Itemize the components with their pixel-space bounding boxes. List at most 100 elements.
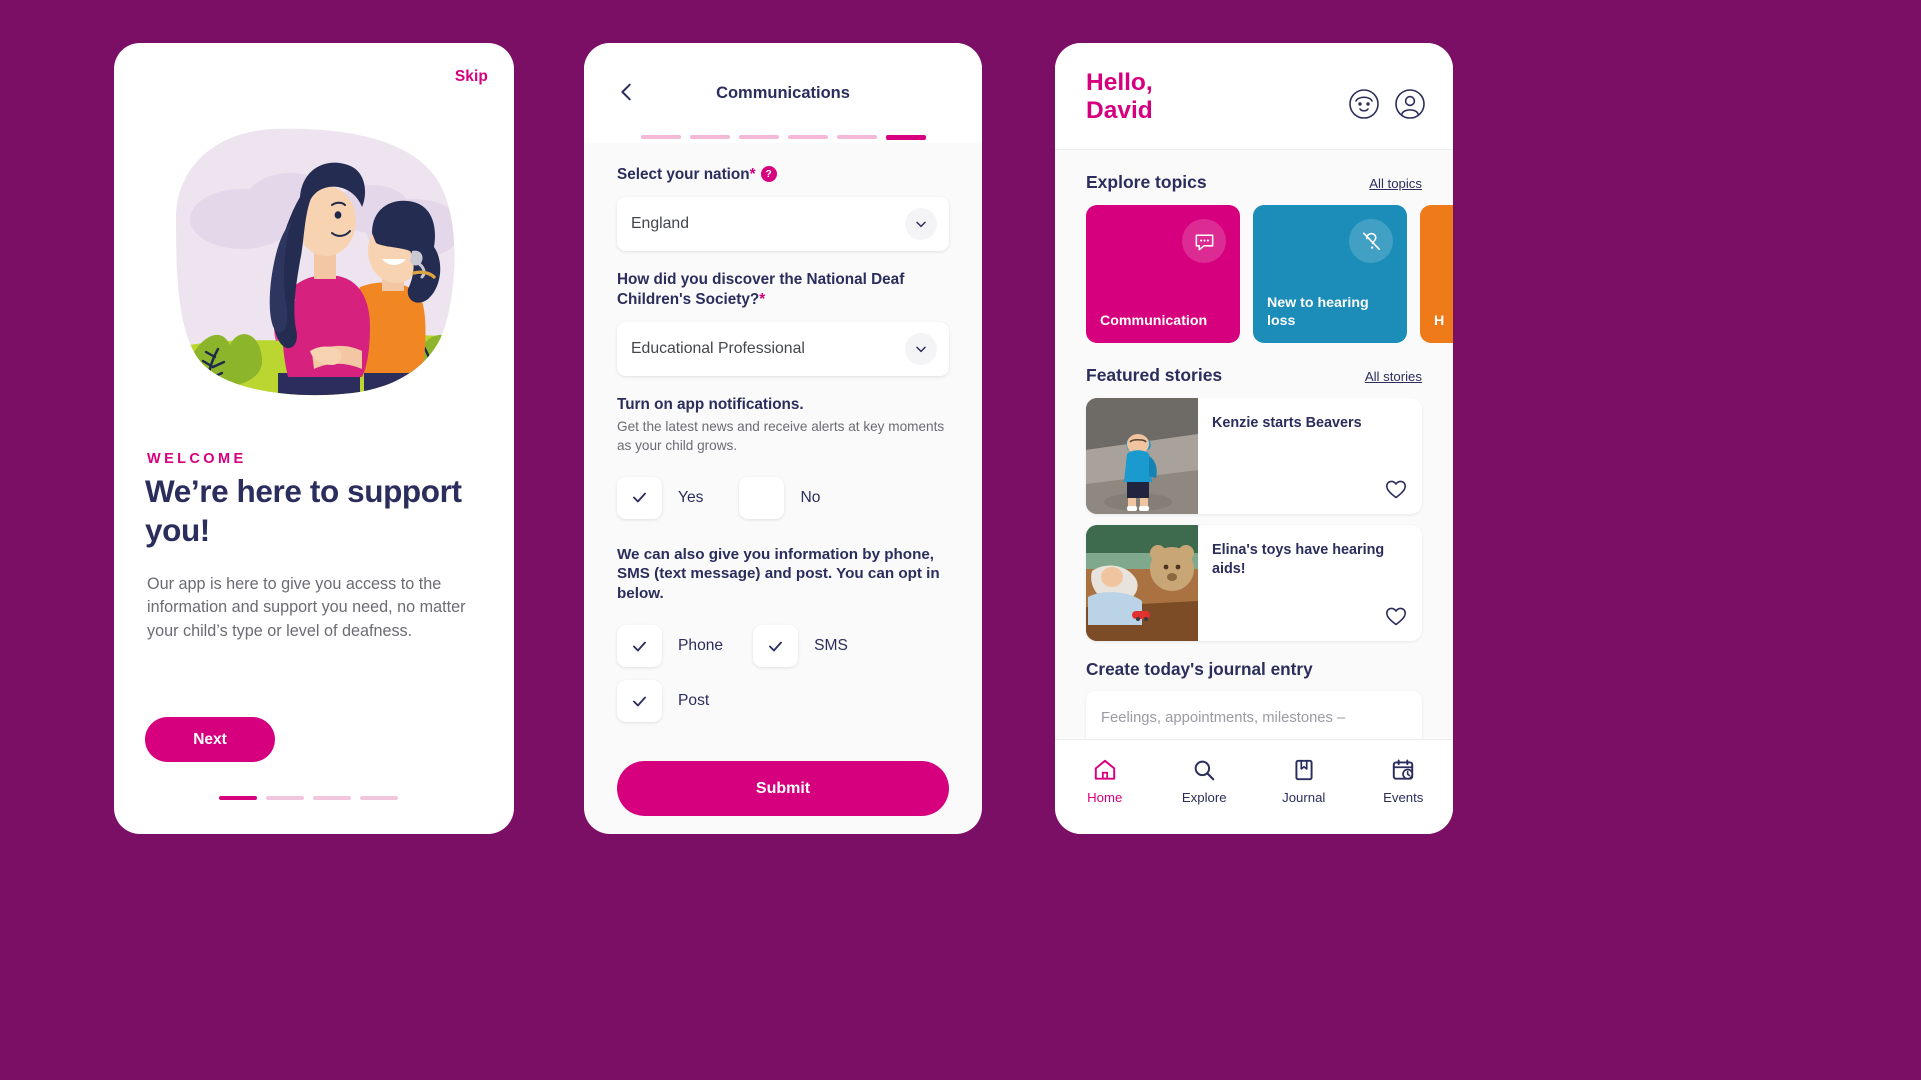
onboarding-body-text: Our app is here to give you access to th… (147, 575, 466, 640)
home-content: Explore topics All topics Communication (1055, 150, 1453, 779)
greeting: Hello, David (1086, 69, 1153, 125)
check-icon (633, 696, 646, 706)
help-icon[interactable]: ? (760, 166, 777, 182)
progress-step (738, 135, 779, 139)
journal-placeholder: Feelings, appointments, milestones – (1101, 710, 1346, 726)
discover-select[interactable]: Educational Professional (617, 321, 949, 376)
welcome-kicker: WELCOME (147, 451, 247, 467)
bottom-navigation: Home Explore Journal Events (1055, 739, 1453, 834)
nation-required-marker: * (749, 166, 756, 183)
ear-hearing-off-icon (1349, 219, 1393, 263)
heart-outline-icon[interactable] (1384, 604, 1408, 628)
progress-step (689, 135, 730, 139)
story-details: Kenzie starts Beavers (1198, 398, 1422, 514)
notifications-no-checkbox[interactable] (739, 476, 785, 519)
story-card[interactable]: Kenzie starts Beavers (1086, 398, 1422, 514)
topic-card-partial[interactable]: H (1420, 205, 1453, 343)
carousel-pagination[interactable] (219, 796, 398, 800)
story-details: Elina's toys have hearing aids! (1198, 525, 1422, 641)
communications-screen: Communications Select your nation*? Engl… (584, 43, 982, 834)
home-icon (1094, 759, 1115, 780)
onboarding-screen: Skip WELCOME We’re here to support you! … (114, 43, 514, 834)
tab-explore[interactable]: Explore (1155, 757, 1255, 805)
speech-bubble-icon (1182, 219, 1226, 263)
all-topics-link[interactable]: All topics (1369, 176, 1422, 191)
greeting-line-1: Hello, (1086, 69, 1153, 96)
tab-label: Events (1383, 790, 1424, 805)
progress-step-active (885, 135, 926, 140)
tab-journal[interactable]: Journal (1254, 757, 1354, 805)
journal-input[interactable]: Feelings, appointments, milestones – (1086, 691, 1422, 745)
notifications-yes-checkbox[interactable] (617, 476, 662, 519)
all-stories-link[interactable]: All stories (1365, 369, 1422, 384)
nation-select[interactable]: England (617, 196, 949, 251)
search-icon (1194, 760, 1215, 781)
notifications-title: Turn on app notifications. (617, 395, 804, 413)
topic-card-list[interactable]: Communication New to hearing loss H (1055, 205, 1453, 343)
book-icon (1295, 759, 1313, 781)
nation-selected-value: England (631, 214, 689, 232)
story-list: Kenzie starts Beavers Elina's toys have … (1055, 398, 1453, 641)
calendar-clock-icon (1393, 759, 1414, 780)
submit-button[interactable]: Submit (617, 761, 949, 816)
child-with-teddy-photo (1086, 525, 1198, 641)
nation-label: Select your nation (617, 166, 750, 183)
form-body: Select your nation*? England How did you… (584, 143, 982, 755)
heart-outline-icon[interactable] (1384, 477, 1408, 501)
boy-in-blue-uniform-photo (1086, 398, 1198, 514)
discover-required-marker: * (759, 291, 766, 308)
pagination-dot[interactable] (360, 796, 398, 800)
story-card[interactable]: Elina's toys have hearing aids! (1086, 525, 1422, 641)
tab-events[interactable]: Events (1354, 757, 1454, 805)
account-circle-icon[interactable] (1394, 88, 1426, 120)
notifications-section: Turn on app notifications. Get the lates… (617, 396, 949, 455)
tab-label: Home (1087, 790, 1123, 805)
optin-phone-label: Phone (678, 637, 724, 654)
pagination-dot[interactable] (266, 796, 304, 800)
check-icon (769, 641, 783, 651)
optin-phone-checkbox[interactable] (617, 625, 662, 667)
check-icon (633, 492, 646, 503)
form-header: Communications (584, 43, 982, 143)
chevron-down-icon (905, 332, 937, 365)
topic-card-new-to-hearing-loss[interactable]: New to hearing loss (1253, 205, 1407, 343)
mother-and-child-illustration (114, 101, 514, 441)
notifications-options: Yes No (617, 476, 949, 519)
child-face-icon[interactable] (1348, 88, 1380, 120)
notifications-subtitle: Get the latest news and receive alerts a… (617, 418, 945, 453)
page-title: Communications (716, 84, 850, 102)
tab-label: Journal (1282, 790, 1326, 805)
form-progress-steps (584, 135, 982, 140)
story-title: Elina's toys have hearing aids! (1212, 542, 1385, 577)
home-header: Hello, David (1055, 43, 1453, 150)
pagination-dot[interactable] (219, 796, 257, 800)
discover-selected-value: Educational Professional (631, 339, 805, 357)
optin-sms-checkbox[interactable] (753, 625, 799, 667)
featured-stories-header: Featured stories All stories (1055, 365, 1453, 386)
explore-topics-title: Explore topics (1086, 172, 1207, 192)
featured-stories-title: Featured stories (1086, 365, 1223, 385)
home-screen: Hello, David Explore topics All topics C… (1055, 43, 1453, 834)
skip-button[interactable]: Skip (455, 68, 488, 86)
progress-step (787, 135, 828, 139)
optin-post-label: Post (678, 692, 710, 709)
header-actions (1348, 88, 1426, 120)
check-icon (633, 641, 646, 651)
pagination-dot[interactable] (313, 796, 351, 800)
topic-card-label: New to hearing loss (1267, 295, 1369, 329)
page-title: We’re here to support you! (145, 473, 462, 548)
greeting-line-2: David (1086, 97, 1153, 124)
story-title: Kenzie starts Beavers (1212, 415, 1362, 431)
optin-options-row-1: Phone SMS (617, 625, 949, 667)
optin-options-row-2: Post (617, 680, 949, 722)
explore-topics-header: Explore topics All topics (1055, 172, 1453, 193)
journal-title: Create today's journal entry (1086, 659, 1313, 679)
topic-card-label: Communication (1100, 313, 1208, 329)
topic-card-communication[interactable]: Communication (1086, 205, 1240, 343)
tab-home[interactable]: Home (1055, 757, 1155, 805)
screenshot-stage: Skip WELCOME We’re here to support you! … (0, 0, 1921, 1080)
topic-card-label: H (1434, 313, 1445, 329)
optin-post-checkbox[interactable] (617, 680, 662, 722)
next-button[interactable]: Next (145, 717, 275, 762)
progress-step (640, 135, 681, 139)
